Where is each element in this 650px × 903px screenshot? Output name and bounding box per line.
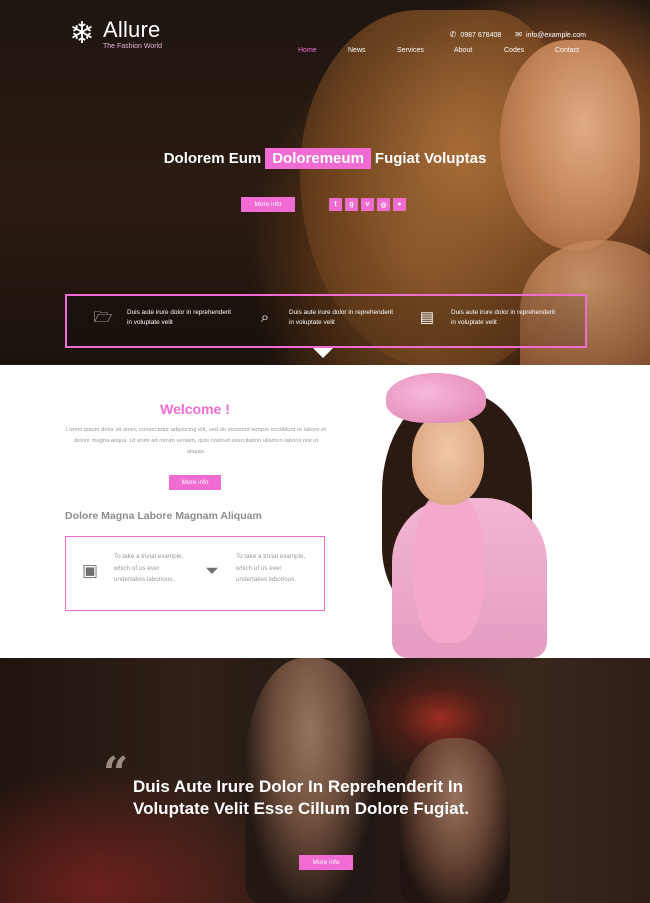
- feature-text: Duis aute irure dolor in reprehenderit i…: [127, 309, 232, 326]
- folder-open-icon: 🗁: [93, 309, 113, 326]
- hero-section: ❄ Allure The Fashion World ✆ 0987 678408 …: [0, 0, 650, 365]
- feature-text: Duis aute irure dolor in reprehenderit i…: [289, 309, 394, 326]
- hero-title-start: Dolorem Eum: [163, 150, 262, 167]
- envelope-icon: ✉: [515, 30, 522, 39]
- nav-home[interactable]: Home: [298, 47, 348, 54]
- desktop-icon: ▤: [419, 309, 435, 326]
- hero-model-image: [500, 40, 640, 250]
- nav-news[interactable]: News: [348, 47, 397, 54]
- contact-bar: ✆ 0987 678408 ✉ info@example.com: [450, 30, 586, 39]
- dribbble-icon[interactable]: ◎: [377, 198, 390, 211]
- welcome-text: Lorem ipsum dolor sit amet, consectetur …: [65, 427, 327, 455]
- welcome-subtitle: Dolore Magna Labore Magnam Aliquam: [65, 510, 262, 522]
- welcome-title: Welcome !: [160, 401, 230, 417]
- quote-text: Duis Aute Irure Dolor In Reprehenderit I…: [133, 777, 469, 818]
- hero-title-end: Fugiat Voluptas: [374, 150, 487, 167]
- snowflake-icon: ❄: [69, 17, 95, 50]
- phone-icon: ✆: [449, 30, 457, 39]
- filter-icon: ⏷: [205, 561, 219, 580]
- welcome-more-info-button[interactable]: More info: [169, 475, 221, 490]
- flickr-icon[interactable]: ●: [393, 198, 406, 211]
- info-box: ▣ To take a trivial example, which of us…: [65, 536, 325, 611]
- quote-section: “ Duis Aute Irure Dolor In Reprehenderit…: [0, 658, 650, 903]
- google-plus-icon[interactable]: g: [345, 198, 358, 211]
- email-contact[interactable]: ✉ info@example.com: [515, 30, 586, 39]
- phone-number: 0987 678408: [460, 32, 502, 39]
- info-item: ⏷ To take a trivial example, which of us…: [202, 551, 306, 586]
- scroll-down-arrow-icon[interactable]: [313, 348, 333, 358]
- feature-text: Duis aute irure dolor in reprehenderit i…: [451, 309, 556, 326]
- vimeo-icon[interactable]: v: [361, 198, 374, 211]
- logo[interactable]: ❄ Allure The Fashion World: [65, 17, 162, 51]
- email-address[interactable]: info@example.com: [526, 32, 586, 39]
- twitter-icon[interactable]: t: [329, 198, 342, 211]
- feature-box: 🗁 Duis aute irure dolor in reprehenderit…: [65, 294, 587, 348]
- nav-services[interactable]: Services: [397, 47, 454, 54]
- model-in-pink-image: [372, 373, 550, 658]
- quote-more-info-button[interactable]: More info: [299, 855, 353, 870]
- hero-title-highlight: Doloremeum: [265, 148, 371, 169]
- phone-contact: ✆ 0987 678408: [450, 30, 502, 39]
- hero-more-info-button[interactable]: More info: [241, 197, 295, 212]
- logo-name: Allure: [103, 16, 161, 42]
- picture-icon: ▣: [81, 561, 99, 580]
- search-icon: ⌕: [260, 309, 270, 326]
- feature-item: 🗁 Duis aute irure dolor in reprehenderit…: [93, 308, 237, 328]
- nav-contact[interactable]: Contact: [555, 47, 579, 54]
- info-text: To take a trivial example, which of us e…: [114, 553, 184, 583]
- feature-item: ▤ Duis aute irure dolor in reprehenderit…: [417, 308, 561, 328]
- welcome-section: Welcome ! Lorem ipsum dolor sit amet, co…: [0, 365, 650, 658]
- nav-codes[interactable]: Codes: [504, 47, 555, 54]
- info-item: ▣ To take a trivial example, which of us…: [80, 551, 184, 586]
- hero-title: Dolorem Eum Doloremeum Fugiat Voluptas: [0, 148, 650, 169]
- main-nav: Home News Services About Codes Contact: [298, 47, 579, 54]
- nav-about[interactable]: About: [454, 47, 504, 54]
- logo-tagline: The Fashion World: [103, 42, 163, 50]
- quote-icon: “: [103, 748, 129, 799]
- info-text: To take a trivial example, which of us e…: [236, 553, 306, 583]
- social-links: t g v ◎ ●: [329, 198, 406, 211]
- feature-item: ⌕ Duis aute irure dolor in reprehenderit…: [255, 308, 399, 328]
